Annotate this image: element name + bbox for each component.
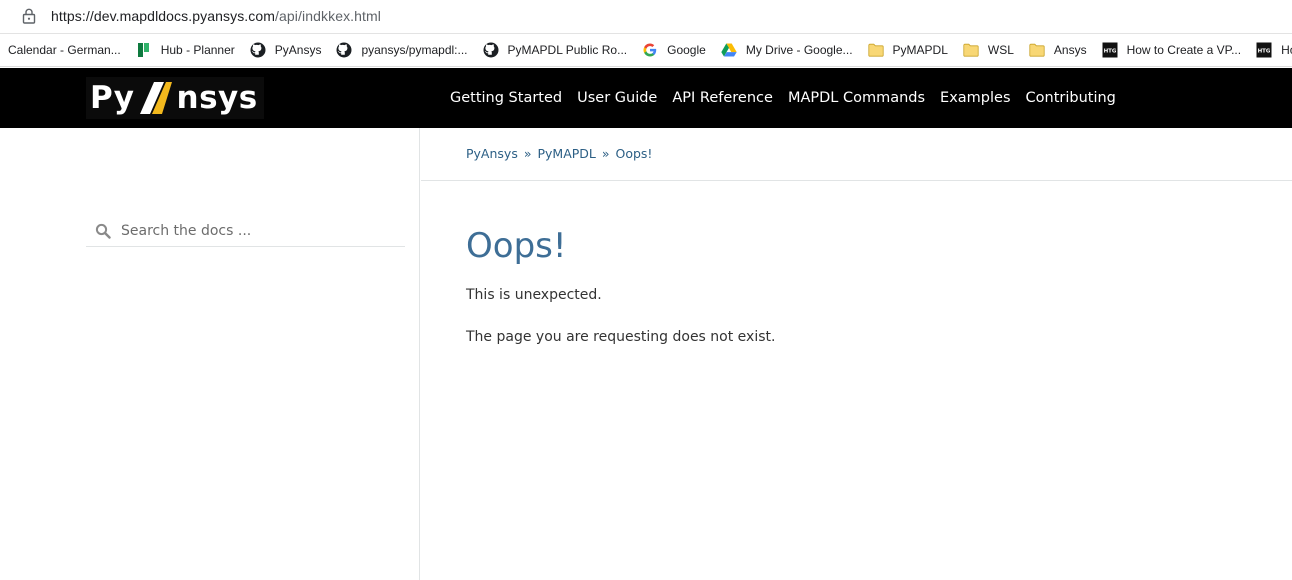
breadcrumb-current[interactable]: Oops! bbox=[616, 146, 653, 161]
svg-text:HTG: HTG bbox=[1258, 49, 1271, 55]
address-bar[interactable]: https://dev.mapdldocs.pyansys.com/api/in… bbox=[0, 0, 1292, 34]
planner-icon bbox=[136, 42, 152, 58]
error-message: This is unexpected. bbox=[466, 287, 602, 303]
lock-icon[interactable] bbox=[22, 8, 36, 24]
url-text[interactable]: https://dev.mapdldocs.pyansys.com/api/in… bbox=[51, 8, 381, 24]
nav-api-reference[interactable]: API Reference bbox=[672, 90, 773, 106]
nav-mapdl-commands[interactable]: MAPDL Commands bbox=[788, 90, 925, 106]
logo-text-left: Py bbox=[90, 79, 135, 116]
bookmark-pymapdl-public[interactable]: PyMAPDL Public Ro... bbox=[476, 37, 636, 63]
bookmark-pyansys[interactable]: PyAnsys bbox=[243, 37, 330, 63]
logo-text-right: nsys bbox=[176, 79, 258, 116]
nav-examples[interactable]: Examples bbox=[940, 90, 1010, 106]
bookmark-label: WSL bbox=[987, 43, 1014, 57]
bookmarks-bar: Calendar - German... Hub - Planner PyAns… bbox=[0, 34, 1292, 67]
google-drive-icon bbox=[721, 42, 737, 58]
bookmark-label: PyMAPDL bbox=[892, 43, 948, 57]
bookmark-label: Ansys bbox=[1053, 43, 1087, 57]
top-navbar: Py nsys Getting Started User Guide API R… bbox=[0, 68, 1292, 128]
main-nav: Getting Started User Guide API Reference… bbox=[450, 68, 1131, 128]
search-box[interactable] bbox=[86, 215, 405, 247]
nav-getting-started[interactable]: Getting Started bbox=[450, 90, 562, 106]
bookmark-pymapdl-repo[interactable]: pyansys/pymapdl:... bbox=[329, 37, 475, 63]
bookmark-label: Calendar - German... bbox=[8, 43, 121, 57]
breadcrumb-pymapdl[interactable]: PyMAPDL bbox=[537, 146, 595, 161]
bookmark-label: Google bbox=[667, 43, 706, 57]
breadcrumb: PyAnsys » PyMAPDL » Oops! bbox=[466, 146, 652, 161]
bookmark-calendar[interactable]: Calendar - German... bbox=[0, 37, 129, 63]
breadcrumb-separator: » bbox=[523, 146, 532, 161]
htg-icon: HTG bbox=[1256, 42, 1272, 58]
htg-icon: HTG bbox=[1102, 42, 1118, 58]
logo-slash-a-mark bbox=[139, 82, 172, 114]
bookmark-folder-pymapdl[interactable]: PyMAPDL bbox=[861, 37, 956, 63]
bookmark-folder-wsl[interactable]: WSL bbox=[956, 37, 1022, 63]
bookmark-how-to[interactable]: HTG How to bbox=[1249, 37, 1292, 63]
bookmark-hub-planner[interactable]: Hub - Planner bbox=[129, 37, 243, 63]
folder-icon bbox=[963, 42, 979, 58]
bookmark-how-to-create-vp[interactable]: HTG How to Create a VP... bbox=[1095, 37, 1250, 63]
folder-icon bbox=[867, 42, 884, 58]
svg-text:HTG: HTG bbox=[1103, 49, 1116, 55]
bookmark-label: PyMAPDL Public Ro... bbox=[507, 43, 628, 57]
search-icon bbox=[95, 223, 111, 239]
url-host: https://dev.mapdldocs.pyansys.com bbox=[51, 8, 276, 24]
url-path: /api/indkkex.html bbox=[275, 8, 382, 24]
bookmark-label: PyAnsys bbox=[274, 43, 322, 57]
error-detail: The page you are requesting does not exi… bbox=[466, 329, 776, 345]
github-icon bbox=[336, 42, 352, 58]
github-icon bbox=[483, 42, 499, 58]
breadcrumb-separator: » bbox=[601, 146, 610, 161]
google-icon bbox=[642, 42, 658, 58]
bookmark-label: My Drive - Google... bbox=[745, 43, 853, 57]
page-title: Oops! bbox=[466, 226, 567, 266]
nav-user-guide[interactable]: User Guide bbox=[577, 90, 657, 106]
pyansys-logo[interactable]: Py nsys bbox=[86, 77, 264, 119]
main-content: PyAnsys » PyMAPDL » Oops! Oops! This is … bbox=[421, 128, 1292, 580]
folder-icon bbox=[1029, 42, 1045, 58]
breadcrumb-pyansys[interactable]: PyAnsys bbox=[466, 146, 518, 161]
bookmark-label: How to Create a VP... bbox=[1126, 43, 1242, 57]
bookmark-google[interactable]: Google bbox=[635, 37, 714, 63]
search-input[interactable] bbox=[121, 222, 391, 239]
breadcrumb-bar: PyAnsys » PyMAPDL » Oops! bbox=[421, 128, 1292, 181]
bookmark-label: Hub - Planner bbox=[160, 43, 235, 57]
bookmark-my-drive[interactable]: My Drive - Google... bbox=[714, 37, 861, 63]
sidebar bbox=[0, 128, 420, 580]
bookmark-folder-ansys[interactable]: Ansys bbox=[1022, 37, 1095, 63]
bookmark-label: How to bbox=[1281, 43, 1292, 57]
bookmark-label: pyansys/pymapdl:... bbox=[361, 43, 468, 57]
github-icon bbox=[250, 42, 266, 58]
nav-contributing[interactable]: Contributing bbox=[1026, 90, 1116, 106]
